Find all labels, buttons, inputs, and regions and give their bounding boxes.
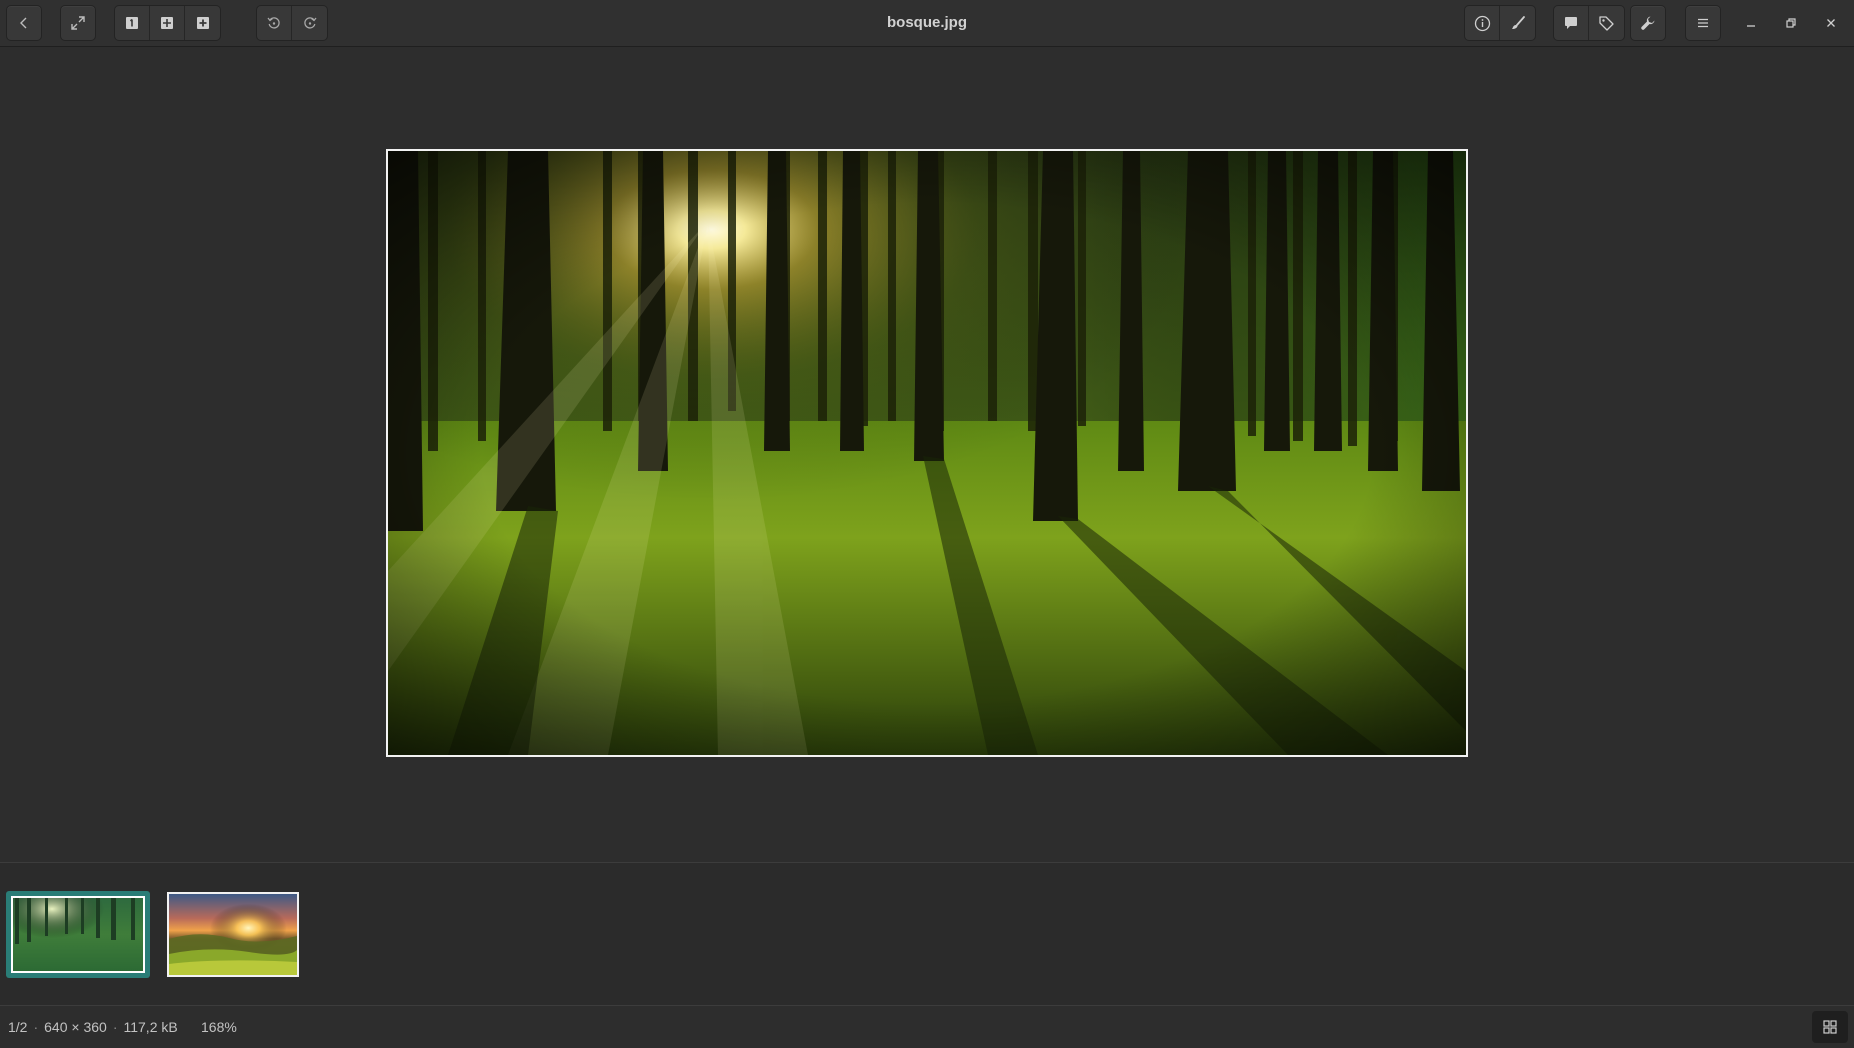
- hamburger-menu-icon: [1698, 18, 1708, 28]
- image-canvas[interactable]: [0, 48, 1854, 862]
- tools-button[interactable]: [1630, 5, 1666, 41]
- tag-icon: [1599, 15, 1614, 31]
- comment-button[interactable]: [1554, 6, 1589, 40]
- image-position: 1/2: [8, 1019, 28, 1035]
- main-menu-button[interactable]: [1685, 5, 1721, 41]
- thumbnail-sunset-image: [169, 894, 297, 975]
- rotate-group: [256, 5, 328, 41]
- image-viewer-app: bosque.jpg 1/2 · 640 × 360 · 117,2 kB 16…: [0, 0, 1854, 1048]
- single-view-button[interactable]: [115, 6, 150, 40]
- fullscreen-button[interactable]: [60, 5, 96, 41]
- thumbnail-bosque[interactable]: [6, 891, 150, 978]
- view-mode-group: [114, 5, 221, 41]
- minimize-button[interactable]: [1736, 9, 1766, 37]
- close-icon: [1827, 19, 1835, 27]
- info-brush-group: [1464, 5, 1536, 41]
- grid-icon: [1823, 1020, 1837, 1034]
- grid-view-button[interactable]: [150, 6, 185, 40]
- separator-dot: ·: [33, 1019, 39, 1035]
- rotate-left-icon: [267, 17, 280, 29]
- wrench-icon: [1641, 16, 1655, 30]
- forest-photo: [388, 151, 1466, 755]
- tag-button[interactable]: [1589, 6, 1624, 40]
- zoom-level[interactable]: 168%: [201, 1006, 237, 1048]
- separator-dot: ·: [112, 1019, 118, 1035]
- main-image[interactable]: [386, 149, 1468, 757]
- restore-button[interactable]: [1776, 9, 1806, 37]
- single-view-icon: [126, 17, 138, 29]
- comment-tag-group: [1553, 5, 1625, 41]
- back-button[interactable]: [6, 5, 42, 41]
- chevron-left-icon: [20, 17, 27, 29]
- add-view-icon: [196, 17, 209, 29]
- add-view-button[interactable]: [185, 6, 220, 40]
- grid-view-icon: [161, 17, 173, 29]
- rotate-left-button[interactable]: [257, 6, 292, 40]
- rotate-right-button[interactable]: [292, 6, 327, 40]
- thumbnail-strip: [0, 862, 1854, 1006]
- brush-icon: [1511, 16, 1525, 29]
- thumbnail-sunset-hills[interactable]: [167, 892, 299, 977]
- headerbar: bosque.jpg: [0, 0, 1854, 47]
- fullscreen-expand-icon: [71, 16, 85, 30]
- gallery-toggle-button[interactable]: [1812, 1011, 1848, 1043]
- image-dimensions: 640 × 360: [44, 1019, 107, 1035]
- brush-button[interactable]: [1500, 6, 1535, 40]
- image-filesize: 117,2 kB: [123, 1019, 178, 1035]
- close-button[interactable]: [1816, 9, 1846, 37]
- thumbnail-forest-image: [13, 898, 143, 971]
- image-info: 1/2 · 640 × 360 · 117,2 kB: [8, 1006, 178, 1048]
- comment-icon: [1565, 17, 1577, 29]
- statusbar: 1/2 · 640 × 360 · 117,2 kB 168%: [0, 1006, 1854, 1048]
- restore-icon: [1786, 18, 1796, 28]
- info-icon: [1474, 15, 1490, 31]
- rotate-right-icon: [303, 17, 317, 29]
- minimize-icon: [1747, 25, 1755, 27]
- info-button[interactable]: [1465, 6, 1500, 40]
